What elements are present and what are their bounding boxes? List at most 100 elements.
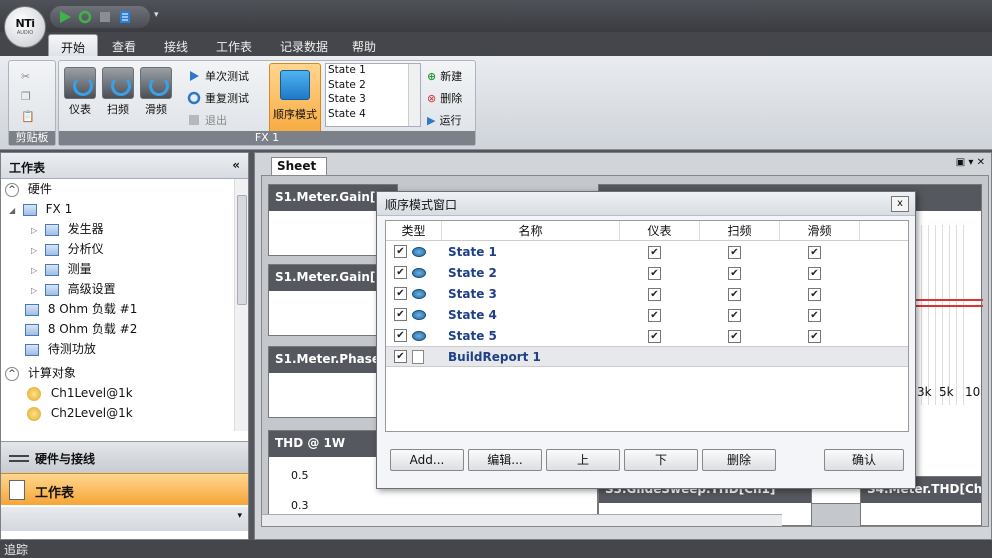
tree-node-advanced[interactable]: ▷ 高级设置: [1, 279, 234, 299]
state-list[interactable]: State 1 State 2 State 3 State 4: [325, 63, 421, 127]
expand-arrow-icon[interactable]: ▷: [31, 261, 41, 281]
row-checkbox[interactable]: ✔: [394, 245, 407, 258]
glide-checkbox[interactable]: ✔: [808, 330, 821, 343]
column-header[interactable]: 名称: [442, 221, 620, 240]
tree-node-measure[interactable]: ▷ 测量: [1, 259, 234, 279]
tab-view[interactable]: 查看: [100, 34, 148, 56]
repeat-test-button[interactable]: 重复测试: [187, 89, 249, 107]
meter-checkbox[interactable]: ✔: [648, 288, 661, 301]
column-header[interactable]: 扫频: [700, 221, 780, 240]
tree-node-dut[interactable]: 待测功放: [1, 339, 234, 359]
nav-overflow[interactable]: ▾: [1, 507, 248, 531]
sweep-checkbox[interactable]: ✔: [728, 246, 741, 259]
collapse-circle-icon[interactable]: ^: [5, 366, 19, 381]
edit-button[interactable]: 编辑...: [468, 449, 542, 471]
row-checkbox[interactable]: ✔: [394, 329, 407, 342]
tree-node-hardware[interactable]: ^ 硬件: [1, 179, 234, 199]
row-checkbox[interactable]: ✔: [394, 266, 407, 279]
state-list-item[interactable]: State 1: [326, 64, 420, 79]
glide-checkbox[interactable]: ✔: [808, 246, 821, 259]
glide-button[interactable]: 滑频: [139, 67, 173, 117]
collapse-icon[interactable]: «: [232, 158, 240, 172]
glide-checkbox[interactable]: ✔: [808, 309, 821, 322]
meter-button[interactable]: 仪表: [63, 67, 97, 117]
new-button[interactable]: ⊕ 新建: [427, 67, 462, 85]
chevron-down-icon[interactable]: ▾: [237, 511, 242, 521]
tree-node-ch1[interactable]: Ch1Level@1k: [1, 383, 234, 403]
glide-checkbox[interactable]: ✔: [808, 288, 821, 301]
state-list-item[interactable]: State 2: [326, 79, 420, 94]
exit-button[interactable]: 退出: [187, 111, 227, 129]
expand-arrow-icon[interactable]: ▷: [31, 281, 41, 301]
state-list-item[interactable]: State 4: [326, 108, 420, 123]
table-row[interactable]: ✔ State 1 ✔ ✔ ✔: [386, 241, 908, 262]
single-test-button[interactable]: 单次测试: [187, 67, 249, 85]
tab-data-log[interactable]: 记录数据: [268, 34, 340, 56]
report-icon[interactable]: [118, 10, 132, 24]
state-list-scrollbar[interactable]: [408, 64, 420, 126]
state-list-item[interactable]: State 3: [326, 93, 420, 108]
delete-button[interactable]: ⊗ 删除: [427, 89, 462, 107]
close-icon[interactable]: x: [891, 196, 909, 212]
copy-icon[interactable]: ❐: [21, 87, 31, 105]
app-logo[interactable]: NTi AUDIO: [4, 6, 46, 48]
run-icon: ▶: [427, 113, 436, 127]
cut-icon[interactable]: ✂: [21, 67, 30, 85]
table-row[interactable]: ✔ State 4 ✔ ✔ ✔: [386, 304, 908, 325]
tree-node-generator[interactable]: ▷ 发生器: [1, 219, 234, 239]
meter-checkbox[interactable]: ✔: [648, 267, 661, 280]
tree-node-calc[interactable]: ^ 计算对象: [1, 363, 234, 383]
sweep-checkbox[interactable]: ✔: [728, 288, 741, 301]
tree-node-ch2[interactable]: Ch2Level@1k: [1, 403, 234, 423]
tree-node-analyzer[interactable]: ▷ 分析仪: [1, 239, 234, 259]
column-header[interactable]: 类型: [386, 221, 442, 240]
stop-icon[interactable]: [98, 10, 112, 24]
nav-hardware-wiring[interactable]: 硬件与接线: [1, 441, 248, 473]
tab-start[interactable]: 开始: [48, 34, 99, 56]
expanded-arrow-icon[interactable]: ◢: [9, 201, 19, 221]
customize-toolbar-icon[interactable]: ▾: [154, 10, 159, 20]
tree-node-load2[interactable]: 8 Ohm 负载 #2: [1, 319, 234, 339]
sheet-menu-icon[interactable]: ▣ ▾ ✕: [956, 157, 985, 168]
expand-arrow-icon[interactable]: ▷: [31, 221, 41, 241]
move-down-button[interactable]: 下: [624, 449, 698, 471]
tree-node-fx1[interactable]: ◢ FX 1: [1, 199, 234, 219]
row-checkbox[interactable]: ✔: [394, 308, 407, 321]
play-icon[interactable]: [58, 10, 72, 24]
delete-row-button[interactable]: 删除: [702, 449, 776, 471]
nav-worksheet[interactable]: 工作表: [1, 473, 248, 505]
sequence-icon: [280, 70, 310, 100]
tree-scrollbar[interactable]: [234, 179, 248, 431]
glide-checkbox[interactable]: ✔: [808, 267, 821, 280]
run-button[interactable]: ▶ 运行: [427, 111, 461, 129]
repeat-icon[interactable]: [78, 10, 92, 24]
move-up-button[interactable]: 上: [546, 449, 620, 471]
tab-worksheet[interactable]: 工作表: [204, 34, 264, 56]
tree-scroll-thumb[interactable]: [237, 195, 247, 305]
sheet-hscrollbar[interactable]: [262, 514, 782, 526]
sweep-checkbox[interactable]: ✔: [728, 267, 741, 280]
row-checkbox[interactable]: ✔: [394, 350, 407, 363]
table-row[interactable]: ✔ State 5 ✔ ✔ ✔: [386, 325, 908, 346]
tab-wiring[interactable]: 接线: [152, 34, 200, 56]
ok-button[interactable]: 确认: [824, 449, 904, 471]
sweep-button[interactable]: 扫频: [101, 67, 135, 117]
row-checkbox[interactable]: ✔: [394, 287, 407, 300]
column-header[interactable]: 滑频: [780, 221, 860, 240]
table-row[interactable]: ✔ State 2 ✔ ✔ ✔: [386, 262, 908, 283]
sweep-checkbox[interactable]: ✔: [728, 330, 741, 343]
meter-checkbox[interactable]: ✔: [648, 246, 661, 259]
table-row[interactable]: ✔ State 3 ✔ ✔ ✔: [386, 283, 908, 304]
meter-checkbox[interactable]: ✔: [648, 309, 661, 322]
expand-arrow-icon[interactable]: ▷: [31, 241, 41, 261]
paste-icon[interactable]: 📋: [21, 107, 35, 125]
column-header[interactable]: 仪表: [620, 221, 700, 240]
meter-checkbox[interactable]: ✔: [648, 330, 661, 343]
sweep-checkbox[interactable]: ✔: [728, 309, 741, 322]
collapse-circle-icon[interactable]: ^: [5, 182, 19, 197]
table-row-report[interactable]: ✔ BuildReport 1: [386, 346, 908, 367]
tab-help[interactable]: 帮助: [340, 34, 388, 56]
sheet-tab[interactable]: Sheet 1: [271, 157, 327, 187]
add-button[interactable]: Add...: [390, 449, 464, 471]
tree-node-load1[interactable]: 8 Ohm 负载 #1: [1, 299, 234, 319]
